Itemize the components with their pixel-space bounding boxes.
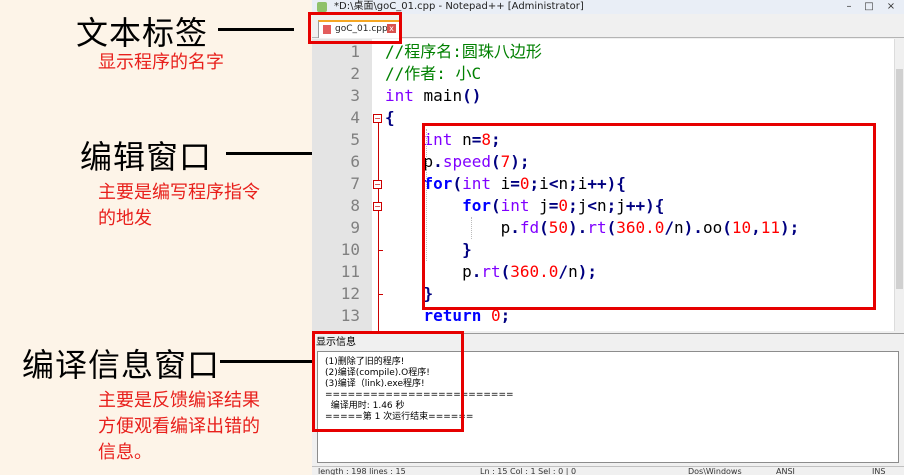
line-number: 2 (350, 64, 360, 83)
status-length: length : 198 lines : 15 (318, 467, 406, 475)
annotation-tab-title: 文本标签 (76, 14, 209, 52)
line-number: 11 (340, 262, 360, 281)
line-number: 8 (350, 196, 360, 215)
code-line[interactable]: //作者: 小C (385, 63, 481, 85)
code-token: main (413, 86, 463, 105)
code-line[interactable]: int main() (385, 85, 481, 107)
highlight-editor-box (422, 123, 876, 310)
code-line[interactable]: //程序名:圆珠八边形 (385, 41, 542, 63)
annotation-output-desc-1: 主要是反馈编译结果 (98, 390, 260, 411)
annotation-tab-pointer (218, 28, 294, 31)
code-token: //程序名:圆珠八边形 (385, 42, 542, 61)
annotation-panel: 文本标签 显示程序的名字 编辑窗口 主要是编写程序指令 的地发 编译信息窗口 主… (0, 0, 426, 475)
code-token: //作者: 小C (385, 64, 482, 83)
annotation-editor-desc-1: 主要是编写程序指令 (98, 182, 260, 203)
code-token: () (462, 86, 482, 105)
line-number: 5 (350, 130, 360, 149)
annotation-output-desc-2: 方便观看编译出错的 (98, 416, 260, 437)
annotation-editor-desc-2: 的地发 (98, 208, 152, 229)
fold-guide-line (378, 123, 379, 331)
status-position: Ln : 15 Col : 1 Sel : 0 | 0 (480, 467, 577, 475)
line-number: 4 (350, 108, 360, 127)
highlight-tab-box (308, 12, 402, 44)
annotation-output-title: 编译信息窗口 (22, 346, 221, 384)
line-number: 3 (350, 86, 360, 105)
code-line[interactable]: { (385, 107, 395, 129)
line-number: 9 (350, 218, 360, 237)
code-token: int (385, 86, 414, 105)
fold-toggle-icon[interactable]: − (373, 114, 382, 123)
status-encoding: ANSI (776, 467, 795, 475)
line-number: 10 (340, 240, 360, 259)
scrollbar-thumb[interactable] (896, 69, 903, 289)
code-token: { (385, 108, 395, 127)
annotation-tab-desc: 显示程序的名字 (98, 52, 224, 73)
minimize-button[interactable]: – (842, 1, 856, 12)
fold-end-tick (378, 250, 383, 251)
annotation-editor-title: 编辑窗口 (80, 138, 213, 176)
close-window-button[interactable]: × (884, 1, 898, 12)
line-number: 12 (340, 284, 360, 303)
vertical-scrollbar[interactable] (894, 39, 904, 331)
fold-toggle-icon[interactable]: − (373, 180, 382, 189)
annotation-output-desc-3: 信息。 (98, 442, 152, 463)
line-number: 1 (350, 42, 360, 61)
line-number: 7 (350, 174, 360, 193)
notepad-app-icon (317, 2, 327, 12)
fold-toggle-icon[interactable]: − (373, 202, 382, 211)
status-bar: length : 198 lines : 15 Ln : 15 Col : 1 … (312, 466, 904, 475)
line-number: 13 (340, 306, 360, 325)
line-number-gutter: 1 2 3 4 5 6 7 8 9 10 11 12 13 (312, 39, 372, 331)
maximize-button[interactable]: □ (862, 1, 876, 12)
status-mode: INS (872, 467, 886, 475)
status-eol: Dos\Windows (688, 467, 742, 475)
fold-end-tick (378, 294, 383, 295)
annotation-output-pointer (220, 360, 312, 363)
line-number: 6 (350, 152, 360, 171)
highlight-output-box (312, 331, 464, 432)
